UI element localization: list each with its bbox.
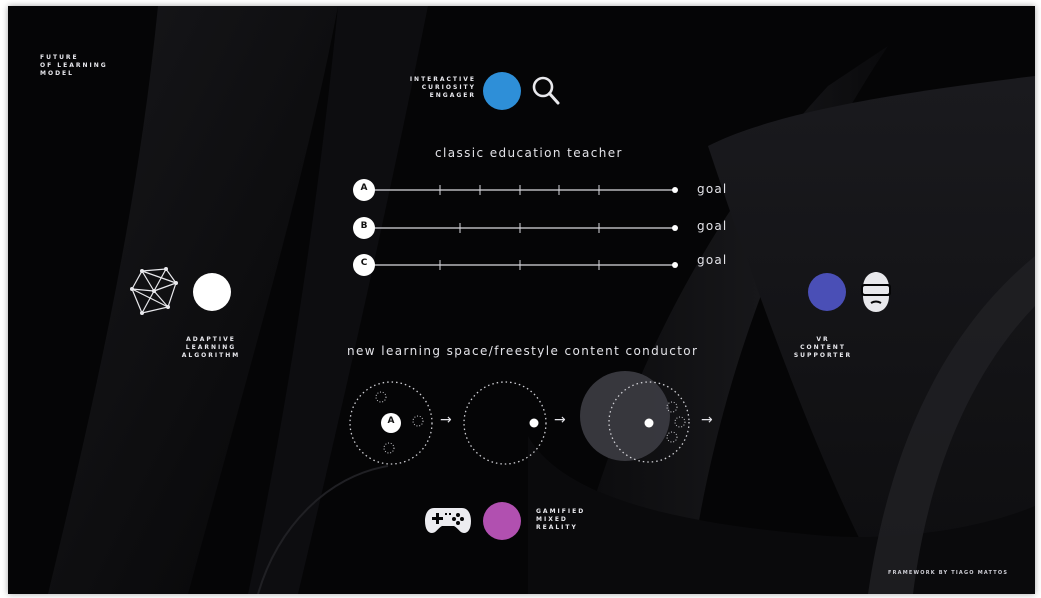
focus-dot — [644, 418, 654, 428]
gamepad-icon — [425, 508, 471, 533]
conductor-sequence — [349, 371, 690, 465]
gamified-label-line: REALITY — [536, 524, 578, 531]
focus-dot — [529, 418, 539, 428]
presentation-slide: FUTURE OF LEARNING MODEL INTERACTIVE CUR… — [8, 6, 1035, 594]
stage-two — [463, 381, 547, 465]
gamified-circle — [483, 502, 521, 540]
arrow-right-icon: → — [440, 412, 452, 428]
gamified-label-line: GAMIFIED — [536, 508, 586, 515]
gamified-label: GAMIFIED MIXED REALITY — [536, 508, 585, 532]
credit-text: FRAMEWORK BY TIAGO MATTOS — [888, 570, 1009, 576]
arrow-right-icon: → — [554, 412, 566, 428]
stage-badge-label: A — [387, 416, 395, 426]
stage-three — [580, 371, 690, 463]
arrow-right-icon: → — [701, 412, 713, 428]
solid-circle — [580, 371, 670, 461]
gamified-label-line: MIXED — [536, 516, 568, 523]
